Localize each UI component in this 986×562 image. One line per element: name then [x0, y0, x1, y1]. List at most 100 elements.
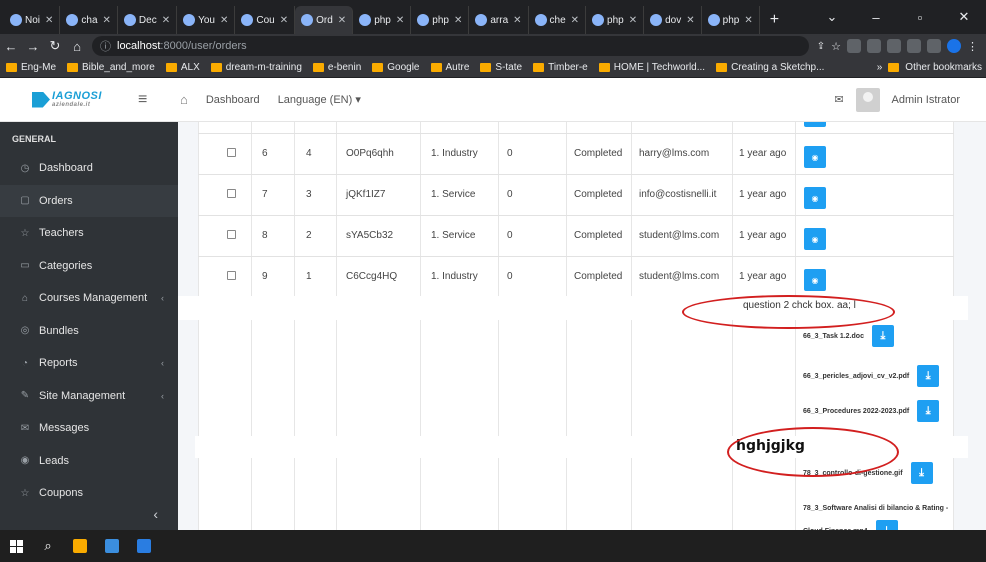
browser-tab[interactable]: php ✕ — [411, 6, 470, 34]
extension-icon[interactable] — [847, 39, 861, 53]
row-checkbox[interactable] — [227, 189, 236, 198]
close-tab-icon[interactable]: ✕ — [686, 15, 694, 26]
view-button[interactable]: ◉ — [804, 146, 826, 168]
close-tab-icon[interactable]: ✕ — [45, 15, 53, 26]
new-tab-button[interactable]: + — [760, 6, 789, 34]
collapse-sidebar-icon[interactable]: ‹ — [0, 506, 178, 530]
browser-tab[interactable]: dov ✕ — [644, 6, 702, 34]
sidepanel-icon[interactable] — [927, 39, 941, 53]
bookmark-item[interactable]: e-benin — [312, 62, 361, 73]
bookmark-item[interactable]: dream-m-training — [210, 62, 302, 73]
maximize-button[interactable]: ▫ — [898, 10, 942, 25]
close-window-button[interactable]: ✕ — [942, 9, 986, 25]
row-checkbox[interactable] — [227, 230, 236, 239]
search-icon[interactable]: ⌕ — [41, 539, 55, 553]
other-bookmarks[interactable]: Other bookmarks — [905, 62, 982, 73]
close-tab-icon[interactable]: ✕ — [629, 15, 637, 26]
sidebar-item-coupons[interactable]: ☆ Coupons — [0, 477, 178, 510]
browser-tab[interactable]: Noi ✕ — [4, 6, 61, 34]
bookmark-item[interactable]: Eng-Me — [6, 62, 56, 73]
windows-start-icon[interactable] — [10, 539, 23, 553]
bookmark-item[interactable]: Google — [372, 62, 420, 73]
bookmark-item[interactable]: Timber-e — [533, 62, 588, 73]
close-tab-icon[interactable]: ✕ — [571, 15, 579, 26]
close-tab-icon[interactable]: ✕ — [162, 15, 170, 26]
nav-dashboard[interactable]: Dashboard — [206, 94, 260, 106]
extension-icon[interactable] — [887, 39, 901, 53]
minimize-button[interactable]: – — [854, 10, 898, 25]
sidebar-item-bundles[interactable]: ◎ Bundles — [0, 315, 178, 348]
close-tab-icon[interactable]: ✕ — [280, 15, 288, 26]
bookmark-item[interactable]: ALX — [165, 62, 200, 73]
sidebar-item-categories[interactable]: ▭ Categories — [0, 250, 178, 283]
close-tab-icon[interactable]: ✕ — [338, 15, 346, 26]
profile-icon[interactable] — [947, 39, 961, 53]
browser-tab[interactable]: arra ✕ — [469, 6, 529, 34]
browser-tab[interactable]: You ✕ — [177, 6, 236, 34]
bookmark-item[interactable]: Autre — [430, 62, 469, 73]
hamburger-menu-icon[interactable]: ≡ — [138, 91, 162, 109]
reload-icon[interactable]: ↻ — [44, 38, 66, 54]
bookmark-item[interactable]: Creating a Sketchp... — [716, 62, 824, 73]
avatar[interactable] — [855, 87, 880, 112]
close-tab-icon[interactable]: ✕ — [454, 15, 462, 26]
site-info-icon[interactable]: ⓘ — [100, 38, 111, 54]
sidebar-item-dashboard[interactable]: ◷ Dashboard — [0, 152, 178, 185]
close-tab-icon[interactable]: ✕ — [744, 15, 752, 26]
sidebar-item-messages[interactable]: ✉ Messages — [0, 412, 178, 445]
menu-icon[interactable]: ⋮ — [967, 40, 978, 53]
tab-search-icon[interactable]: ⌄ — [810, 9, 854, 25]
mail-app-icon[interactable] — [137, 539, 151, 553]
bookmark-item[interactable]: Bible_and_more — [67, 62, 155, 73]
browser-tab[interactable]: che ✕ — [529, 6, 587, 34]
chevron-right-icon[interactable]: » — [877, 62, 883, 73]
back-icon[interactable]: ← — [0, 39, 22, 54]
browser-tab[interactable]: cha ✕ — [60, 6, 118, 34]
extension-icon[interactable] — [867, 39, 881, 53]
download-button[interactable]: ⤓ — [910, 462, 933, 484]
sidebar-item-site-management[interactable]: ✎ Site Management ‹ — [0, 380, 178, 413]
browser-tab[interactable]: php ✕ — [586, 6, 645, 34]
bookmark-star-icon[interactable]: ☆ — [831, 40, 841, 53]
user-name[interactable]: Admin Istrator — [892, 94, 960, 106]
home-icon[interactable]: ⌂ — [66, 39, 88, 54]
browser-tab[interactable]: Cou ✕ — [235, 6, 296, 34]
bookmark-item[interactable]: HOME | Techworld... — [598, 62, 705, 73]
sidebar-item-courses-management[interactable]: ⌂ Courses Management ‹ — [0, 282, 178, 315]
url-input[interactable]: ⓘ localhost:8000/user/orders — [92, 36, 809, 56]
sidebar-item-reports[interactable]: ◔ Reports ‹ — [0, 347, 178, 380]
attachment-filename[interactable]: 66_3_pericles_adjovi_cv_v2.pdf — [803, 373, 909, 380]
store-icon[interactable] — [105, 539, 119, 553]
attachment-filename[interactable]: 66_3_Task 1.2.doc — [803, 333, 864, 340]
file-explorer-icon[interactable] — [73, 539, 87, 553]
browser-tab[interactable]: php ✕ — [353, 6, 412, 34]
forward-icon[interactable]: → — [22, 39, 44, 54]
attachment-filename[interactable]: 66_3_Procedures 2022-2023.pdf — [803, 408, 909, 415]
view-button[interactable]: ◉ — [804, 228, 826, 250]
sidebar-item-teachers[interactable]: ☆ Teachers — [0, 217, 178, 250]
view-button[interactable]: ◉ — [804, 269, 826, 291]
chevron-left-icon[interactable]: ‹ — [161, 293, 164, 303]
browser-tab[interactable]: php ✕ — [702, 6, 760, 34]
close-tab-icon[interactable]: ✕ — [103, 15, 111, 26]
extensions-puzzle-icon[interactable] — [907, 39, 921, 53]
chevron-left-icon[interactable]: ‹ — [161, 391, 164, 401]
mail-icon[interactable]: ✉ — [834, 93, 843, 106]
download-button[interactable]: ⤓ — [917, 400, 940, 422]
browser-tab[interactable]: Ord ✕ — [295, 6, 354, 34]
download-button[interactable]: ⤓ — [917, 365, 940, 387]
row-checkbox[interactable] — [227, 271, 236, 280]
close-tab-icon[interactable]: ✕ — [513, 15, 521, 26]
chevron-left-icon[interactable]: ‹ — [161, 358, 164, 368]
download-button[interactable]: ⤓ — [871, 325, 894, 347]
view-button[interactable] — [804, 122, 826, 127]
sidebar-item-leads[interactable]: ◉ Leads — [0, 445, 178, 478]
sidebar-item-orders[interactable]: ▢ Orders — [0, 184, 178, 217]
language-dropdown[interactable]: Language (EN) ▾ — [278, 93, 361, 106]
browser-tab[interactable]: Dec ✕ — [118, 6, 178, 34]
bookmark-item[interactable]: S-tate — [480, 62, 522, 73]
attachment-filename[interactable]: 78_3_Software Analisi di bilancio & Rati… — [803, 505, 948, 512]
home-icon[interactable]: ⌂ — [180, 92, 188, 107]
view-button[interactable]: ◉ — [804, 187, 826, 209]
share-icon[interactable]: ⇪ — [817, 41, 825, 52]
